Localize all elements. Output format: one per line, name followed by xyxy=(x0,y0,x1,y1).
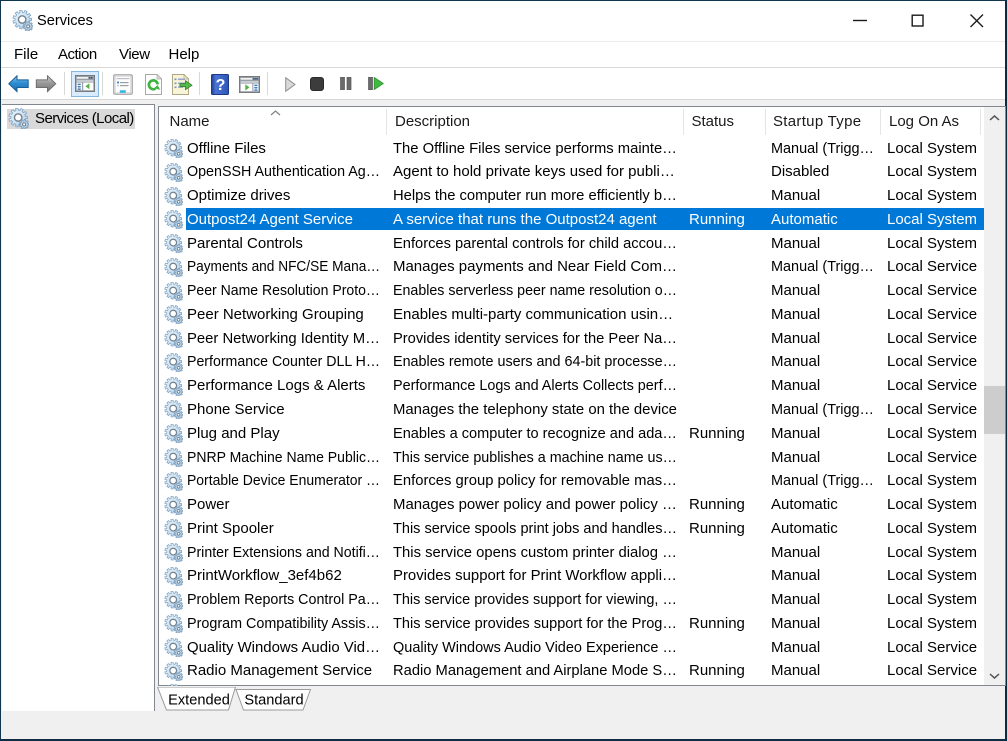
svg-text:Standard: Standard xyxy=(244,693,303,709)
svg-text:?: ? xyxy=(216,77,226,94)
svg-text:Extended: Extended xyxy=(168,693,230,709)
